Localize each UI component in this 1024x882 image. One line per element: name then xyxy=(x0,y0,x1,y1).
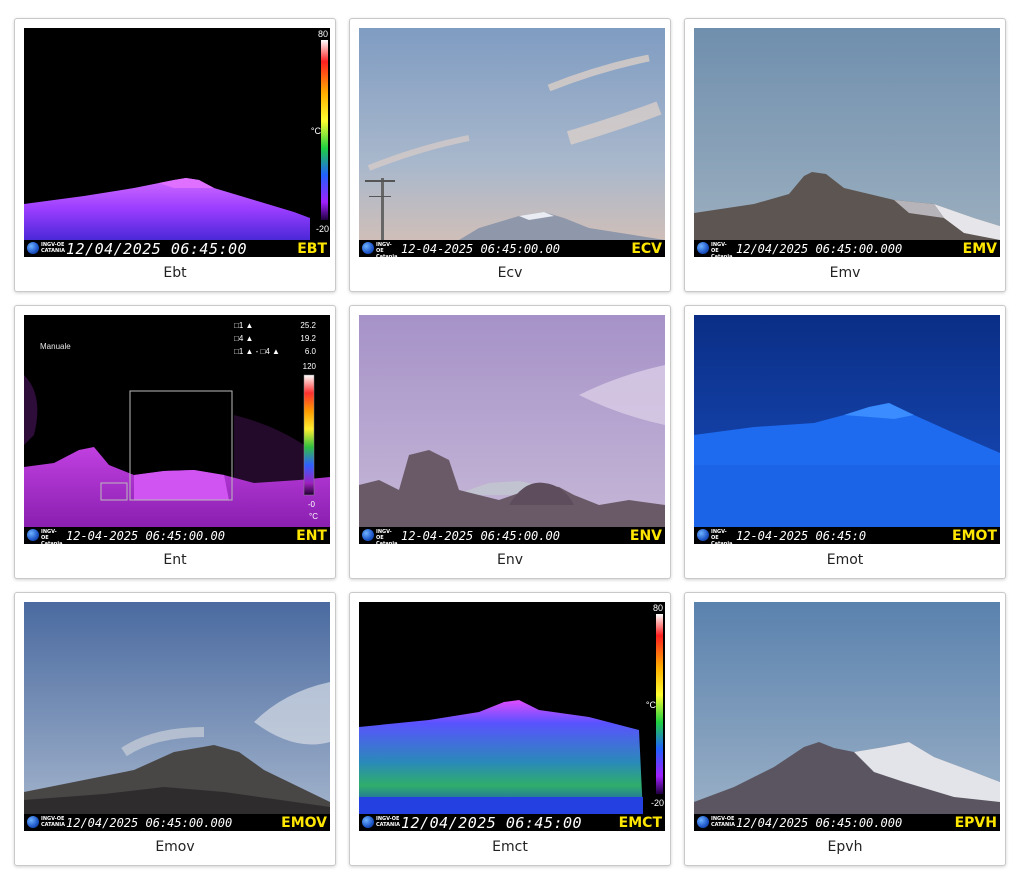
timestamp-bar: INGV-OE Catania 12-04-2025 06:45:0 EMOT xyxy=(694,527,1000,544)
timestamp-bar: INGV-OE CATANIA 12/04/2025 06:45:00 EMCT xyxy=(359,814,665,831)
scale-max-label: 80 xyxy=(652,603,663,613)
measure-row-2-label: □4 ▲ xyxy=(234,334,254,343)
webcam-card-ebt[interactable]: 80 °C -20 INGV-OE CATANIA 12/04/2025 06:… xyxy=(14,18,336,292)
webcam-image-emct[interactable]: 80 °C -20 INGV-OE CATANIA 12/04/2025 06:… xyxy=(359,602,665,831)
scale-min-label: -0 xyxy=(307,500,315,509)
camera-name[interactable]: Ecv xyxy=(350,265,670,281)
measure-row-2-value: 19.2 xyxy=(300,334,316,343)
camera-code: EBT xyxy=(295,240,330,257)
camera-name[interactable]: Epvh xyxy=(685,839,1005,855)
timestamp-bar: INGV-OE CATANIA 12/04/2025 06:45:00 EBT xyxy=(24,240,330,257)
timestamp-bar: INGV-OE Catania 12-04-2025 06:45:00.00 E… xyxy=(359,240,665,257)
webcam-card-ent[interactable]: Manuale □1 ▲ 25.2 □4 ▲ 19.2 □1 ▲ - □4 ▲ … xyxy=(14,305,336,579)
timestamp-bar: INGV-OE Catania 12-04-2025 06:45:00.00 E… xyxy=(359,527,665,544)
camera-code: EMCT xyxy=(616,814,665,831)
globe-icon xyxy=(27,816,39,828)
ingv-logo: INGV-OE Catania xyxy=(24,527,64,544)
scale-max-label: 80 xyxy=(317,29,328,39)
timestamp-text: 12-04-2025 06:45:00.00 xyxy=(401,528,560,543)
timestamp-text: 12/04/2025 06:45:00 xyxy=(66,240,248,257)
mode-label: Manuale xyxy=(40,342,71,351)
camera-code: ENV xyxy=(627,527,665,544)
camera-code: ECV xyxy=(629,240,665,257)
webcam-card-epvh[interactable]: INGV-OE CATANIA 12/04/2025 06:45:00.000 … xyxy=(684,592,1006,866)
measure-row-1-label: □1 ▲ xyxy=(234,321,254,330)
globe-icon xyxy=(697,242,709,254)
timestamp-text: 12-04-2025 06:45:00.00 xyxy=(66,528,225,543)
camera-code: EMOV xyxy=(279,814,330,831)
camera-code: EMV xyxy=(960,240,1000,257)
webcam-image-env[interactable]: INGV-OE Catania 12-04-2025 06:45:00.00 E… xyxy=(359,315,665,544)
timestamp-bar: INGV-OE CATANIA 12/04/2025 06:45:00.000 … xyxy=(694,814,1000,831)
globe-icon xyxy=(697,816,709,828)
globe-icon xyxy=(27,529,39,541)
webcam-card-emct[interactable]: 80 °C -20 INGV-OE CATANIA 12/04/2025 06:… xyxy=(349,592,671,866)
camera-name[interactable]: Ent xyxy=(15,552,335,568)
photo-image-env xyxy=(359,315,665,544)
timestamp-bar: INGV-OE Catania 12-04-2025 06:45:00.00 E… xyxy=(24,527,330,544)
timestamp-bar: INGV-OE Catania 12/04/2025 06:45:00.000 … xyxy=(694,240,1000,257)
webcam-image-ebt[interactable]: 80 °C -20 INGV-OE CATANIA 12/04/2025 06:… xyxy=(24,28,330,257)
camera-code: EPVH xyxy=(952,814,1000,831)
measure-row-3-label: □1 ▲ - □4 ▲ xyxy=(234,347,280,356)
scale-min-label: -20 xyxy=(650,798,664,808)
globe-icon xyxy=(27,242,39,254)
camera-name[interactable]: Emov xyxy=(15,839,335,855)
photo-image-emov xyxy=(24,602,330,831)
webcam-image-emov[interactable]: INGV-OE CATANIA 12/04/2025 06:45:00.000 … xyxy=(24,602,330,831)
timestamp-text: 12-04-2025 06:45:0 xyxy=(736,528,867,543)
webcam-card-env[interactable]: INGV-OE Catania 12-04-2025 06:45:00.00 E… xyxy=(349,305,671,579)
photo-image-emv xyxy=(694,28,1000,257)
ingv-logo: INGV-OE Catania xyxy=(359,240,399,257)
webcam-image-epvh[interactable]: INGV-OE CATANIA 12/04/2025 06:45:00.000 … xyxy=(694,602,1000,831)
timestamp-text: 12/04/2025 06:45:00.000 xyxy=(66,815,233,830)
scale-unit-label: °C xyxy=(645,700,656,710)
globe-icon xyxy=(362,529,374,541)
infrared-image-emot xyxy=(694,315,1000,544)
globe-icon xyxy=(697,529,709,541)
scale-min-label: -20 xyxy=(315,224,329,234)
scale-max-label: 120 xyxy=(302,362,316,371)
ingv-logo: INGV-OE Catania xyxy=(694,527,734,544)
scale-unit-label: °C xyxy=(309,512,318,521)
timestamp-text: 12/04/2025 06:45:00.000 xyxy=(736,241,903,256)
webcam-card-ecv[interactable]: INGV-OE Catania 12-04-2025 06:45:00.00 E… xyxy=(349,18,671,292)
thermal-image-ebt xyxy=(24,28,330,257)
webcam-image-emot[interactable]: INGV-OE Catania 12-04-2025 06:45:0 EMOT xyxy=(694,315,1000,544)
camera-code: EMOT xyxy=(950,527,1000,544)
webcam-image-emv[interactable]: INGV-OE Catania 12/04/2025 06:45:00.000 … xyxy=(694,28,1000,257)
webcam-image-ecv[interactable]: INGV-OE Catania 12-04-2025 06:45:00.00 E… xyxy=(359,28,665,257)
thermal-image-emct xyxy=(359,602,665,831)
camera-name[interactable]: Emv xyxy=(685,265,1005,281)
ingv-logo: INGV-OE Catania xyxy=(359,527,399,544)
webcam-image-ent[interactable]: Manuale □1 ▲ 25.2 □4 ▲ 19.2 □1 ▲ - □4 ▲ … xyxy=(24,315,330,544)
ingv-logo: INGV-OE Catania xyxy=(694,240,734,257)
photo-image-ecv xyxy=(359,28,665,257)
scale-unit-label: °C xyxy=(310,126,321,136)
camera-name[interactable]: Emct xyxy=(350,839,670,855)
photo-image-epvh xyxy=(694,602,1000,831)
timestamp-text: 12/04/2025 06:45:00 xyxy=(401,814,583,831)
globe-icon xyxy=(362,816,374,828)
camera-name[interactable]: Emot xyxy=(685,552,1005,568)
webcam-card-emot[interactable]: INGV-OE Catania 12-04-2025 06:45:0 EMOT … xyxy=(684,305,1006,579)
ingv-logo: INGV-OE CATANIA xyxy=(24,240,65,257)
measure-row-3-value: 6.0 xyxy=(304,347,316,356)
webcam-card-emov[interactable]: INGV-OE CATANIA 12/04/2025 06:45:00.000 … xyxy=(14,592,336,866)
ingv-logo: INGV-OE CATANIA xyxy=(694,814,735,831)
camera-name[interactable]: Ebt xyxy=(15,265,335,281)
webcam-card-emv[interactable]: INGV-OE Catania 12/04/2025 06:45:00.000 … xyxy=(684,18,1006,292)
measure-row-1-value: 25.2 xyxy=(300,321,316,330)
camera-name[interactable]: Env xyxy=(350,552,670,568)
timestamp-text: 12/04/2025 06:45:00.000 xyxy=(736,815,903,830)
ingv-logo: INGV-OE CATANIA xyxy=(24,814,65,831)
timestamp-text: 12-04-2025 06:45:00.00 xyxy=(401,241,560,256)
globe-icon xyxy=(362,242,374,254)
ingv-logo: INGV-OE CATANIA xyxy=(359,814,400,831)
timestamp-bar: INGV-OE CATANIA 12/04/2025 06:45:00.000 … xyxy=(24,814,330,831)
camera-code: ENT xyxy=(294,527,330,544)
